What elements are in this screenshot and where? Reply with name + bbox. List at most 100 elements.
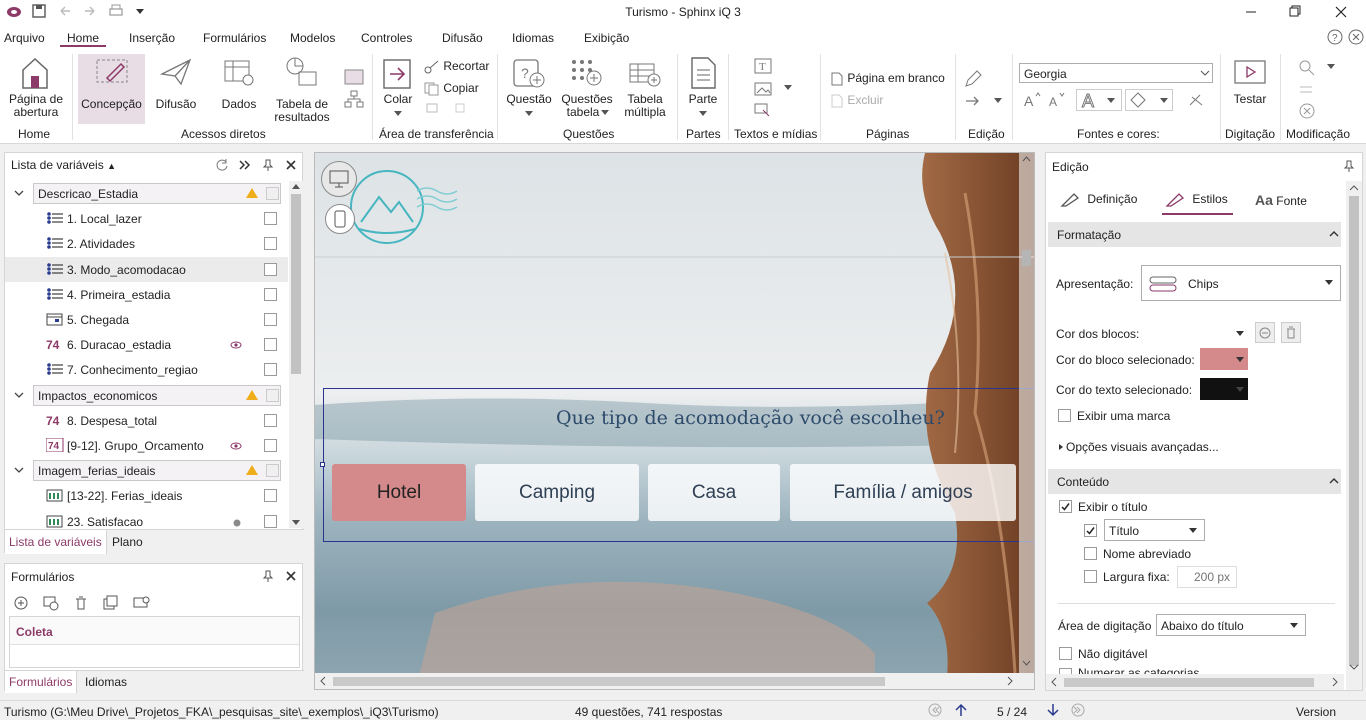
add-form-icon[interactable] [13, 595, 29, 611]
variable-row[interactable]: 2. Atividades [5, 231, 288, 256]
menu-difusao[interactable]: Difusão [442, 31, 483, 45]
tabela-multipla-button[interactable]: Tabela múltipla [620, 54, 670, 124]
pin-icon[interactable] [261, 569, 275, 583]
small-design-icon[interactable] [344, 68, 364, 86]
textos-dropdown-icon[interactable] [783, 84, 793, 92]
variable-checkbox[interactable] [264, 514, 277, 528]
nome-abreviado-checkbox[interactable] [1084, 547, 1097, 560]
variable-group-row[interactable]: Imagem_ferias_ideais [5, 458, 288, 483]
testar-button[interactable]: Testar [1226, 54, 1274, 124]
variable-checkbox[interactable] [264, 237, 277, 251]
down-arrow-icon[interactable] [1046, 703, 1060, 717]
titulo-checkbox[interactable] [1084, 524, 1097, 537]
pin-icon[interactable] [261, 158, 275, 172]
find-icon[interactable] [1298, 59, 1316, 77]
font-color-button[interactable]: A [1076, 89, 1122, 111]
menu-controles[interactable]: Controles [361, 31, 412, 45]
move-icon[interactable] [964, 93, 982, 109]
collapse-chevron-icon[interactable] [14, 392, 24, 400]
pin-icon[interactable] [1342, 159, 1356, 173]
variable-checkbox[interactable] [264, 313, 277, 326]
variable-checkbox[interactable] [264, 262, 277, 276]
close-pane-icon[interactable] [284, 569, 298, 583]
link-icon[interactable] [754, 102, 772, 118]
design-canvas[interactable]: Que tipo de acomodação você escolheu? Ho… [314, 152, 1035, 690]
variable-row[interactable]: 3. Modo_acomodacao [5, 256, 288, 282]
tab-fonte[interactable]: Aa Fonte [1255, 192, 1307, 208]
apresentacao-select[interactable]: Chips [1141, 265, 1341, 301]
variables-scrollbar[interactable] [289, 181, 303, 528]
canvas-horizontal-scrollbar[interactable] [315, 673, 1034, 689]
close-window-icon[interactable] [1318, 0, 1364, 25]
reset-color-icon[interactable] [1255, 322, 1275, 343]
opcoes-avancadas-link[interactable]: Opções visuais avançadas... [1066, 440, 1219, 454]
parte-button[interactable]: Parte [683, 54, 723, 124]
tab-plano[interactable]: Plano [112, 535, 143, 549]
cor-texto-sel-picker[interactable] [1200, 378, 1248, 400]
form-item-coleta[interactable]: Coleta [10, 617, 299, 645]
nao-digitavel-checkbox[interactable] [1059, 647, 1072, 660]
form-settings-icon[interactable] [43, 595, 59, 611]
questoes-tabela-button[interactable]: Questões tabela [560, 54, 614, 124]
form-properties-icon[interactable] [133, 595, 151, 611]
section-formatacao[interactable]: Formatação [1048, 222, 1341, 247]
trash-icon[interactable] [1281, 322, 1301, 343]
variable-checkbox[interactable] [264, 287, 277, 301]
variable-checkbox[interactable] [264, 338, 277, 352]
edicao-scrollbar[interactable] [1346, 181, 1362, 690]
close-doc-icon[interactable] [1348, 29, 1364, 45]
copiar-button[interactable]: Copiar [424, 81, 479, 96]
tab-formularios[interactable]: Formulários [5, 671, 78, 693]
menu-exibicao[interactable]: Exibição [584, 31, 629, 45]
replace-icon[interactable] [1298, 82, 1316, 96]
menu-modelos[interactable]: Modelos [290, 31, 335, 45]
fill-color-button[interactable] [1125, 89, 1173, 111]
pagina-em-branco-button[interactable]: Página em branco [830, 71, 945, 86]
edicao-horizontal-scrollbar[interactable] [1046, 674, 1344, 690]
variable-row[interactable]: 7. Conhecimento_regiao [5, 357, 288, 382]
edit-icon[interactable] [964, 70, 982, 88]
font-grow-icon[interactable]: A [1023, 92, 1043, 108]
canvas-vertical-scrollbar[interactable] [1019, 153, 1034, 673]
find-dropdown-icon[interactable] [1326, 63, 1336, 71]
largura-fixa-input[interactable] [1177, 566, 1237, 588]
font-family-select[interactable]: Georgia [1019, 63, 1213, 83]
clear-format-icon[interactable] [1187, 92, 1205, 108]
variable-row[interactable]: 4. Primeira_estadia [5, 282, 288, 307]
largura-fixa-checkbox[interactable] [1084, 570, 1097, 583]
menu-formularios[interactable]: Formulários [203, 31, 266, 45]
expand-icon[interactable] [238, 158, 252, 172]
image-icon[interactable] [754, 81, 772, 97]
variable-checkbox[interactable] [266, 187, 279, 200]
titulo-select[interactable]: Título [1104, 519, 1205, 541]
delete-form-icon[interactable] [73, 595, 89, 611]
menu-insercao[interactable]: Inserção [129, 31, 175, 45]
refresh-icon[interactable] [215, 158, 229, 172]
variable-row[interactable]: 74 6. Duracao_estadia [5, 332, 288, 357]
variable-checkbox[interactable] [264, 413, 277, 427]
variable-row[interactable]: 5. Chegada [5, 307, 288, 332]
tab-definicao[interactable]: Definição [1060, 192, 1137, 208]
variable-row[interactable]: [13-22]. Ferias_ideais [5, 483, 288, 508]
cor-bloco-sel-picker[interactable] [1200, 348, 1248, 370]
recortar-button[interactable]: Recortar [424, 59, 489, 74]
questao-button[interactable]: ? Questão [504, 54, 554, 124]
format-painter-icon[interactable] [426, 102, 466, 116]
menu-home[interactable]: Home [67, 31, 99, 45]
excluir-button[interactable]: Excluir [830, 93, 883, 108]
menu-idiomas[interactable]: Idiomas [512, 31, 554, 45]
variable-checkbox[interactable] [266, 464, 279, 478]
exibir-marca-checkbox[interactable] [1058, 409, 1071, 422]
text-box-icon[interactable]: T [754, 58, 772, 74]
resize-handle[interactable] [320, 462, 325, 467]
tab-idiomas[interactable]: Idiomas [85, 675, 127, 689]
font-shrink-icon[interactable]: A [1048, 92, 1068, 108]
variable-checkbox[interactable] [264, 439, 277, 452]
chip-familia-amigos[interactable]: Família / amigos [790, 464, 1016, 521]
close-pane-icon[interactable] [284, 158, 298, 172]
concepcao-button[interactable]: Concepção [78, 54, 145, 124]
variable-group-row[interactable]: Descricao_Estadia [5, 181, 288, 206]
first-page-icon[interactable] [928, 703, 942, 717]
cor-blocos-picker[interactable] [1200, 322, 1248, 344]
pagina-abertura-button[interactable]: Página de abertura [4, 54, 68, 124]
